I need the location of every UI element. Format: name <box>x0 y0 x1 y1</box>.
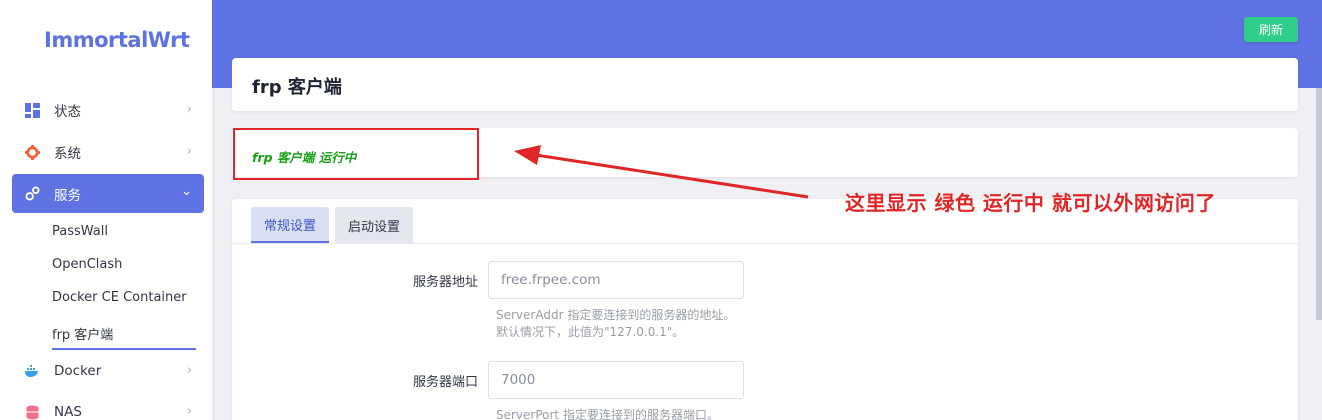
server-port-hint-line1: ServerPort 指定要连接到的服务器端口。 <box>496 408 719 420</box>
docker-icon <box>24 363 40 379</box>
settings-card: 常规设置 启动设置 服务器地址 free.frpee.com ServerAdd… <box>232 199 1298 420</box>
sidebar-subitem-frp-client[interactable]: frp 客户端 <box>52 324 197 350</box>
annotation-text: 这里显示 绿色 运行中 就可以外网访问了 <box>845 191 1216 215</box>
chevron-down-icon: ⌄ <box>181 184 192 199</box>
page-title-card: frp 客户端 <box>232 58 1298 111</box>
chevron-right-icon: › <box>186 102 192 117</box>
tab-divider <box>232 243 1298 244</box>
scrollbar[interactable] <box>1316 88 1322 320</box>
sidebar-item-services[interactable]: 服务 ⌄ <box>12 174 204 213</box>
sidebar-subitem-openclash[interactable]: OpenClash <box>52 257 122 272</box>
refresh-button[interactable]: 刷新 <box>1244 17 1298 42</box>
page-title: frp 客户端 <box>252 77 342 98</box>
gear-icon <box>24 144 40 160</box>
server-addr-hint-line1: ServerAddr 指定要连接到的服务器的地址。 <box>496 308 736 322</box>
server-addr-hint-line2: 默认情况下，此值为"127.0.0.1"。 <box>496 325 685 339</box>
chevron-right-icon: › <box>186 404 192 419</box>
sidebar-item-label: 状态 <box>54 104 81 120</box>
tab-startup-settings[interactable]: 启动设置 <box>335 207 414 243</box>
sidebar-item-docker[interactable]: Docker › <box>12 353 204 389</box>
sidebar-item-label: 服务 <box>54 187 81 204</box>
server-addr-input[interactable]: free.frpee.com <box>488 261 744 299</box>
sidebar-subitem-docker-ce[interactable]: Docker CE Container <box>52 290 187 305</box>
chevron-right-icon: › <box>186 363 192 378</box>
sidebar-subitem-passwall[interactable]: PassWall <box>52 224 108 239</box>
server-addr-label: 服务器地址 <box>412 275 478 290</box>
sidebar-item-label: 系统 <box>54 146 81 162</box>
server-port-input[interactable]: 7000 <box>488 361 744 399</box>
brand-logo[interactable]: ImmortalWrt <box>44 28 190 52</box>
dashboard-icon <box>24 102 40 118</box>
annotation-highlight-box <box>233 128 479 180</box>
sidebar-item-system[interactable]: 系统 › <box>12 134 204 170</box>
tab-general-settings[interactable]: 常规设置 <box>251 207 330 243</box>
sidebar-item-label: Docker <box>54 363 102 379</box>
tab-bar: 常规设置 启动设置 <box>251 207 419 243</box>
sidebar-item-nas[interactable]: NAS › <box>12 394 204 420</box>
sidebar-item-status[interactable]: 状态 › <box>12 92 204 128</box>
database-icon <box>24 404 40 420</box>
services-icon <box>24 186 40 202</box>
chevron-right-icon: › <box>186 144 192 159</box>
server-port-label: 服务器端口 <box>412 375 478 390</box>
sidebar-item-label: NAS <box>54 404 82 420</box>
sidebar: ImmortalWrt 状态 › 系统 › 服务 ⌄ PassWall Open… <box>0 0 212 420</box>
